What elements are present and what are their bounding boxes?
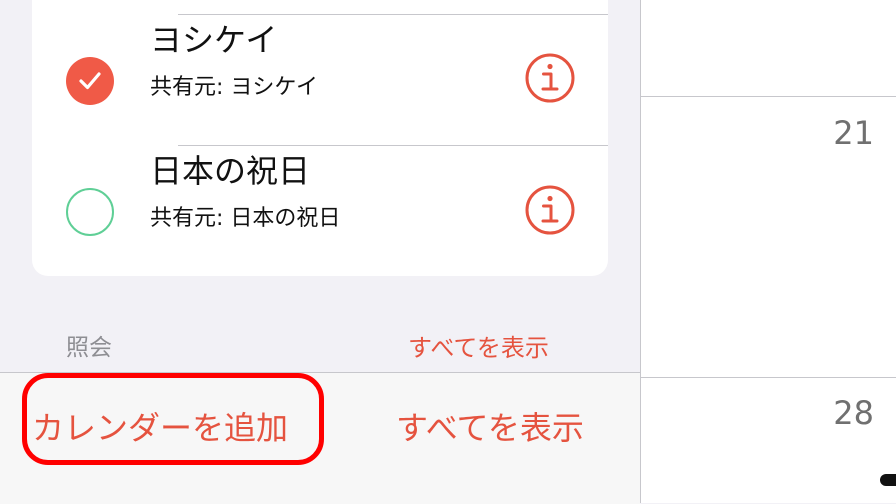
calendar-checkmark-icon[interactable] bbox=[66, 57, 114, 105]
day-number-28[interactable]: 28 bbox=[833, 394, 874, 432]
calendar-list-card: ヨシケイ 共有元: ヨシケイ 日本の祝日 共有元: 日本の祝日 bbox=[32, 0, 608, 276]
section-header-subscribed: 照会 bbox=[66, 335, 112, 361]
add-calendar-button[interactable]: カレンダーを追加 bbox=[32, 403, 288, 449]
section-show-all-link[interactable]: すべてを表示 bbox=[408, 328, 549, 363]
calendar-shared-from: 共有元: 日本の祝日 bbox=[150, 206, 341, 231]
calendar-list-panel: ヨシケイ 共有元: ヨシケイ 日本の祝日 共有元: 日本の祝日 照会 すべてを表… bbox=[0, 0, 640, 504]
calendar-name: 日本の祝日 bbox=[150, 152, 311, 190]
bottom-toolbar: カレンダーを追加 すべてを表示 bbox=[0, 372, 640, 504]
calendar-name: ヨシケイ bbox=[150, 21, 278, 59]
calendar-shared-from: 共有元: ヨシケイ bbox=[150, 75, 318, 100]
info-icon[interactable] bbox=[524, 52, 576, 104]
calendar-row-japanese-holidays[interactable]: 日本の祝日 共有元: 日本の祝日 bbox=[32, 146, 608, 276]
info-icon[interactable] bbox=[524, 184, 576, 236]
week-separator bbox=[640, 96, 896, 97]
week-separator bbox=[640, 377, 896, 378]
day-number-21[interactable]: 21 bbox=[833, 114, 874, 152]
event-indicator bbox=[880, 474, 896, 486]
calendar-unchecked-circle-icon[interactable] bbox=[66, 188, 114, 236]
show-all-button[interactable]: すべてを表示 bbox=[396, 403, 584, 449]
calendar-row-yoshikei[interactable]: ヨシケイ 共有元: ヨシケイ bbox=[32, 15, 608, 145]
